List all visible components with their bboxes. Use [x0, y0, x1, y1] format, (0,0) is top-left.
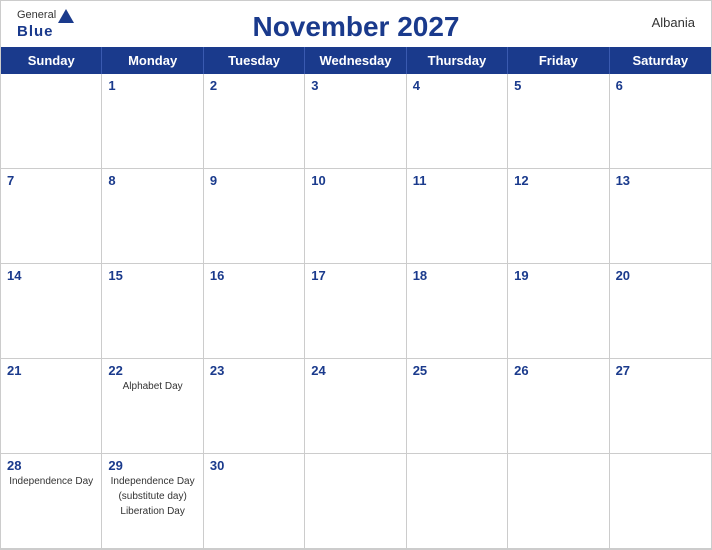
cell-event: Independence Day	[108, 475, 196, 488]
cell-date: 8	[108, 173, 196, 188]
calendar-cell: 17	[305, 264, 406, 359]
calendar-cell: 12	[508, 169, 609, 264]
calendar-cell: 4	[407, 74, 508, 169]
calendar-cell: 16	[204, 264, 305, 359]
calendar-cell	[407, 454, 508, 549]
calendar-cell: 21	[1, 359, 102, 454]
cell-event: (substitute day)	[108, 490, 196, 503]
calendar-cell: 7	[1, 169, 102, 264]
cell-date: 26	[514, 363, 602, 378]
cell-date: 11	[413, 173, 501, 188]
cell-date: 29	[108, 458, 196, 473]
calendar-grid: 12345678910111213141516171819202122Alpha…	[1, 74, 711, 549]
day-header-saturday: Saturday	[610, 47, 711, 74]
cell-date: 17	[311, 268, 399, 283]
calendar-cell: 9	[204, 169, 305, 264]
calendar-cell: 1	[102, 74, 203, 169]
cell-date: 22	[108, 363, 196, 378]
cell-date: 2	[210, 78, 298, 93]
calendar-cell: 18	[407, 264, 508, 359]
day-header-monday: Monday	[102, 47, 203, 74]
logo: General Blue	[17, 9, 74, 41]
cell-date: 27	[616, 363, 705, 378]
calendar-cell: 10	[305, 169, 406, 264]
day-header-tuesday: Tuesday	[204, 47, 305, 74]
cell-date: 16	[210, 268, 298, 283]
calendar-cell: 27	[610, 359, 711, 454]
cell-date: 25	[413, 363, 501, 378]
logo-triangle-icon	[58, 9, 74, 23]
day-headers-row: Sunday Monday Tuesday Wednesday Thursday…	[1, 47, 711, 74]
cell-date: 6	[616, 78, 705, 93]
calendar-cell: 28 Independence Day	[1, 454, 102, 549]
calendar-cell: 11	[407, 169, 508, 264]
calendar-cell	[1, 74, 102, 169]
logo-general-text: General	[17, 9, 56, 22]
cell-event: Independence Day	[7, 475, 95, 488]
calendar-container: General Blue November 2027 Albania Sunda…	[0, 0, 712, 550]
day-header-friday: Friday	[508, 47, 609, 74]
calendar-title: November 2027	[252, 11, 459, 43]
calendar-header: General Blue November 2027 Albania	[1, 1, 711, 47]
cell-date: 5	[514, 78, 602, 93]
country-label: Albania	[652, 15, 695, 30]
calendar-cell: 30	[204, 454, 305, 549]
cell-date: 19	[514, 268, 602, 283]
cell-date: 24	[311, 363, 399, 378]
cell-date: 14	[7, 268, 95, 283]
day-header-sunday: Sunday	[1, 47, 102, 74]
calendar-cell: 22 Alphabet Day	[102, 359, 203, 454]
cell-date: 3	[311, 78, 399, 93]
cell-date: 1	[108, 78, 196, 93]
day-header-thursday: Thursday	[407, 47, 508, 74]
cell-date: 28	[7, 458, 95, 473]
cell-date: 7	[7, 173, 95, 188]
calendar-cell	[610, 454, 711, 549]
logo-blue-text: Blue	[17, 23, 74, 41]
cell-date: 21	[7, 363, 95, 378]
calendar-cell	[305, 454, 406, 549]
cell-date: 20	[616, 268, 705, 283]
calendar-cell	[508, 454, 609, 549]
cell-date: 30	[210, 458, 298, 473]
calendar-cell: 29 Independence Day (substitute day) Libera…	[102, 454, 203, 549]
calendar-cell: 13	[610, 169, 711, 264]
calendar-cell: 2	[204, 74, 305, 169]
calendar-cell: 5	[508, 74, 609, 169]
cell-event: Liberation Day	[108, 505, 196, 518]
cell-date: 23	[210, 363, 298, 378]
calendar-cell: 14	[1, 264, 102, 359]
calendar-cell: 24	[305, 359, 406, 454]
cell-date: 4	[413, 78, 501, 93]
cell-date: 10	[311, 173, 399, 188]
cell-date: 15	[108, 268, 196, 283]
calendar-cell: 15	[102, 264, 203, 359]
calendar-cell: 20	[610, 264, 711, 359]
calendar-cell: 25	[407, 359, 508, 454]
calendar-cell: 8	[102, 169, 203, 264]
calendar-cell: 3	[305, 74, 406, 169]
cell-event: Alphabet Day	[108, 380, 196, 393]
cell-date: 13	[616, 173, 705, 188]
calendar-cell: 19	[508, 264, 609, 359]
calendar-cell: 26	[508, 359, 609, 454]
cell-date: 18	[413, 268, 501, 283]
day-header-wednesday: Wednesday	[305, 47, 406, 74]
cell-date: 12	[514, 173, 602, 188]
calendar-cell: 6	[610, 74, 711, 169]
calendar-cell: 23	[204, 359, 305, 454]
cell-date: 9	[210, 173, 298, 188]
